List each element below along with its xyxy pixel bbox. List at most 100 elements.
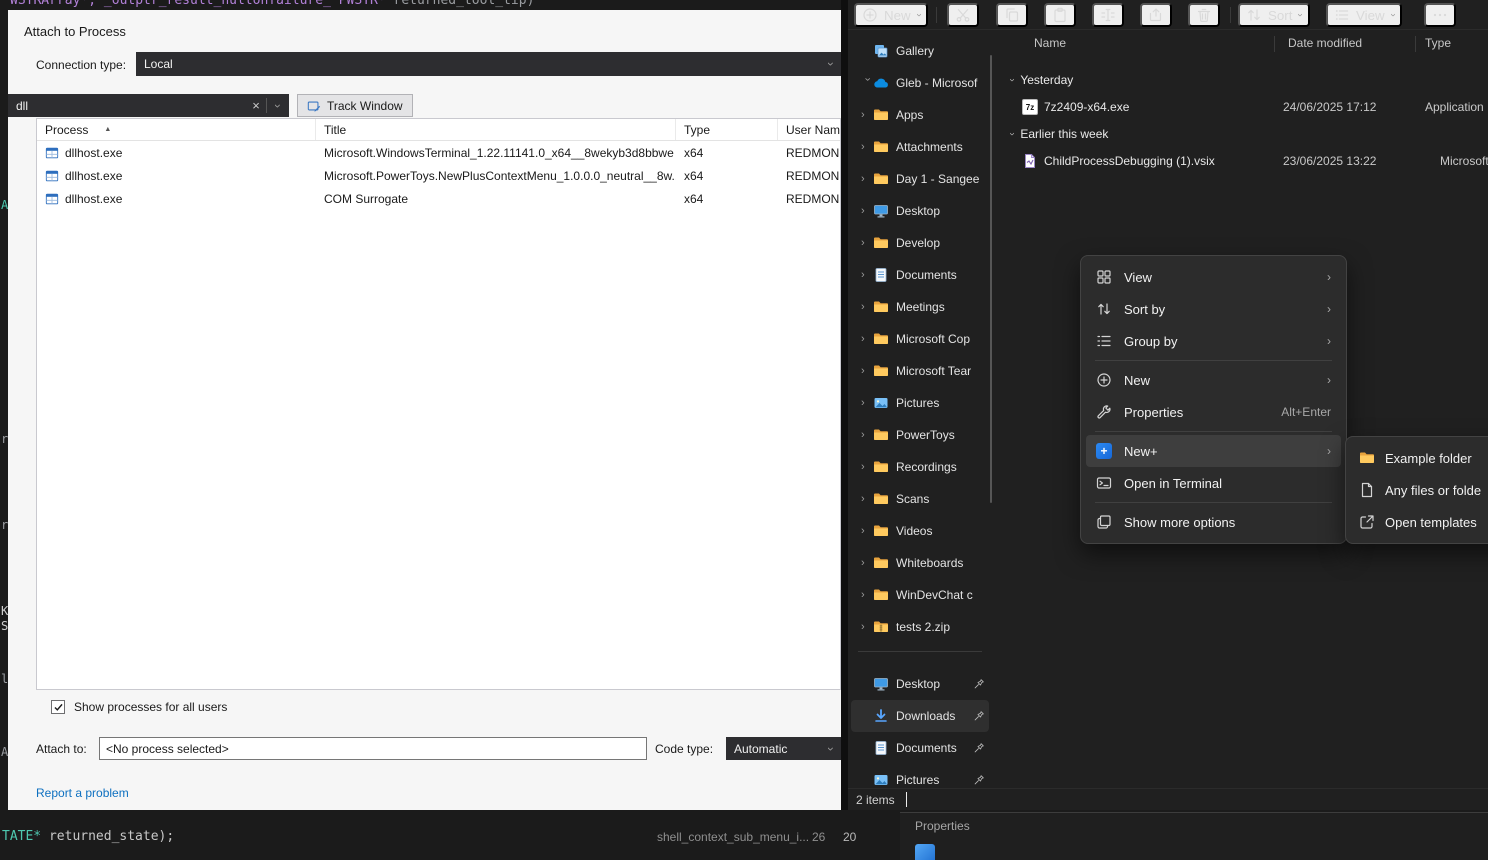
file-row[interactable]: ChildProcessDebugging (1).vsix 23/06/202… (1000, 148, 1488, 174)
sidebar-item-gallery[interactable]: ›Gallery (851, 35, 989, 67)
chevron-down-icon: › (1007, 132, 1017, 135)
sidebar-separator (858, 651, 982, 652)
column-header-type[interactable]: Type (1425, 36, 1451, 50)
pinned-item-documents[interactable]: ›Documents (851, 732, 989, 764)
folder-icon (1359, 450, 1375, 466)
context-menu-item-show-more-options[interactable]: Show more options (1086, 506, 1341, 538)
file-type: Microsoft Vi (1440, 154, 1488, 168)
pinned-item-pictures[interactable]: ›Pictures (851, 764, 989, 788)
sidebar-item-videos[interactable]: ›Videos (851, 515, 989, 547)
context-menu-item-sort-by[interactable]: Sort by › (1086, 293, 1341, 325)
code-type-select[interactable]: Automatic › (726, 737, 841, 760)
column-divider[interactable] (1415, 36, 1416, 52)
column-divider[interactable] (1274, 36, 1275, 52)
column-header-process[interactable]: Process ▲ (37, 119, 316, 140)
process-filter-box[interactable]: × › (8, 94, 289, 117)
sidebar-item-recordings[interactable]: ›Recordings (851, 451, 989, 483)
sidebar-item-documents[interactable]: ›Documents (851, 259, 989, 291)
sidebar-item-microsoft-tear[interactable]: ›Microsoft Tear (851, 355, 989, 387)
context-menu-item-view[interactable]: View › (1086, 261, 1341, 293)
sort-button[interactable]: Sort › (1238, 3, 1310, 27)
sidebar-item-develop[interactable]: ›Develop (851, 227, 989, 259)
context-menu-item-open-in-terminal[interactable]: Open in Terminal (1086, 467, 1341, 499)
column-header-title[interactable]: Title (316, 119, 676, 140)
chevron-right-icon: › (861, 622, 873, 633)
process-table: Process ▲ Title Type User Name dllhost.e… (36, 118, 841, 690)
copy-button[interactable] (996, 3, 1028, 27)
submenu-item-open-templates[interactable]: Open templates (1351, 506, 1488, 538)
view-button[interactable]: View › (1326, 3, 1402, 27)
column-header-type[interactable]: Type (676, 119, 778, 140)
sidebar-item-apps[interactable]: ›Apps (851, 99, 989, 131)
layers-icon (1096, 514, 1112, 530)
scrollbar[interactable] (990, 55, 992, 503)
sidebar-item-tests-zip[interactable]: ›tests 2.zip (851, 611, 989, 643)
process-name: dllhost.exe (65, 192, 122, 206)
vsix-file-icon (1022, 153, 1038, 169)
chevron-down-icon: › (825, 747, 837, 751)
pinned-item-label: Desktop (896, 677, 969, 691)
share-button[interactable] (1140, 3, 1172, 27)
cut-button[interactable] (947, 3, 979, 27)
paste-button[interactable] (1044, 3, 1076, 27)
connection-type-select[interactable]: Local › (136, 52, 841, 76)
context-menu-item-new[interactable]: New › (1086, 364, 1341, 396)
process-title: Microsoft.PowerToys.NewPlusContextMenu_1… (316, 169, 676, 183)
sidebar-item-microsoft-cop[interactable]: ›Microsoft Cop (851, 323, 989, 355)
submenu-item-any-files-or-folders[interactable]: Any files or folde (1351, 474, 1488, 506)
menu-item-label: Properties (1124, 405, 1269, 420)
sidebar-item-whiteboards[interactable]: ›Whiteboards (851, 547, 989, 579)
process-user: REDMOND (778, 146, 840, 160)
sidebar-item-label: Meetings (896, 300, 985, 314)
chevron-right-icon: › (1327, 334, 1331, 348)
more-options-button[interactable] (1424, 3, 1456, 27)
pin-icon (973, 774, 985, 786)
sidebar-item-label: Scans (896, 492, 985, 506)
pinned-item-downloads[interactable]: ›Downloads (851, 700, 989, 732)
chevron-right-icon: › (861, 462, 873, 473)
sidebar-item-powertoys[interactable]: ›PowerToys (851, 419, 989, 451)
chevron-right-icon: › (1327, 302, 1331, 316)
process-row[interactable]: dllhost.exe COM Surrogate x64 REDMOND (37, 187, 840, 210)
show-all-users-checkbox[interactable]: Show processes for all users (51, 700, 227, 714)
group-header-yesterday[interactable]: › Yesterday (1010, 68, 1073, 92)
filter-input[interactable] (8, 99, 246, 113)
context-menu-item-group-by[interactable]: Group by › (1086, 325, 1341, 357)
submenu-item-example-folder[interactable]: Example folder (1351, 442, 1488, 474)
code-type-value: Automatic (734, 742, 787, 756)
chevron-down-icon[interactable]: › (272, 95, 284, 117)
clear-filter-icon[interactable]: × (246, 98, 266, 113)
sidebar-item-windevchat[interactable]: ›WinDevChat c (851, 579, 989, 611)
track-window-button[interactable]: Track Window (297, 94, 413, 117)
column-header-user[interactable]: User Name (778, 119, 840, 140)
sidebar-item-pictures[interactable]: ›Pictures (851, 387, 989, 419)
new-button[interactable]: New › (854, 3, 928, 27)
column-header-name[interactable]: Name (1034, 36, 1066, 50)
sidebar-item-scans[interactable]: ›Scans (851, 483, 989, 515)
rename-button[interactable] (1092, 3, 1124, 27)
sidebar-item-label: Day 1 - Sangee (896, 172, 985, 186)
folder-icon (873, 139, 889, 155)
group-by-icon (1096, 333, 1112, 349)
sidebar-item-attachments[interactable]: ›Attachments (851, 131, 989, 163)
sidebar-item-day1[interactable]: ›Day 1 - Sangee (851, 163, 989, 195)
process-row[interactable]: dllhost.exe Microsoft.WindowsTerminal_1.… (37, 141, 840, 164)
group-header-earlier-this-week[interactable]: › Earlier this week (1010, 122, 1108, 146)
connection-type-label: Connection type: (36, 58, 126, 72)
context-menu-item-properties[interactable]: Properties Alt+Enter (1086, 396, 1341, 428)
sidebar-item-label: Videos (896, 524, 985, 538)
attach-to-input[interactable] (99, 737, 647, 760)
report-problem-link[interactable]: Report a problem (36, 786, 129, 800)
view-label: View (1356, 8, 1385, 23)
sidebar-item-label: WinDevChat c (896, 588, 985, 602)
sidebar-item-onedrive[interactable]: ›Gleb - Microsof (851, 67, 989, 99)
column-header-date-modified[interactable]: Date modified (1288, 36, 1362, 50)
sidebar-item-meetings[interactable]: ›Meetings (851, 291, 989, 323)
sidebar-item-desktop[interactable]: ›Desktop (851, 195, 989, 227)
pinned-item-desktop[interactable]: ›Desktop (851, 668, 989, 700)
delete-button[interactable] (1188, 3, 1220, 27)
scissors-icon (955, 7, 971, 23)
file-row[interactable]: 7z 7z2409-x64.exe 24/06/2025 17:12 Appli… (1000, 94, 1488, 120)
process-row[interactable]: dllhost.exe Microsoft.PowerToys.NewPlusC… (37, 164, 840, 187)
context-menu-item-new-plus[interactable]: + New+ › (1086, 435, 1341, 467)
